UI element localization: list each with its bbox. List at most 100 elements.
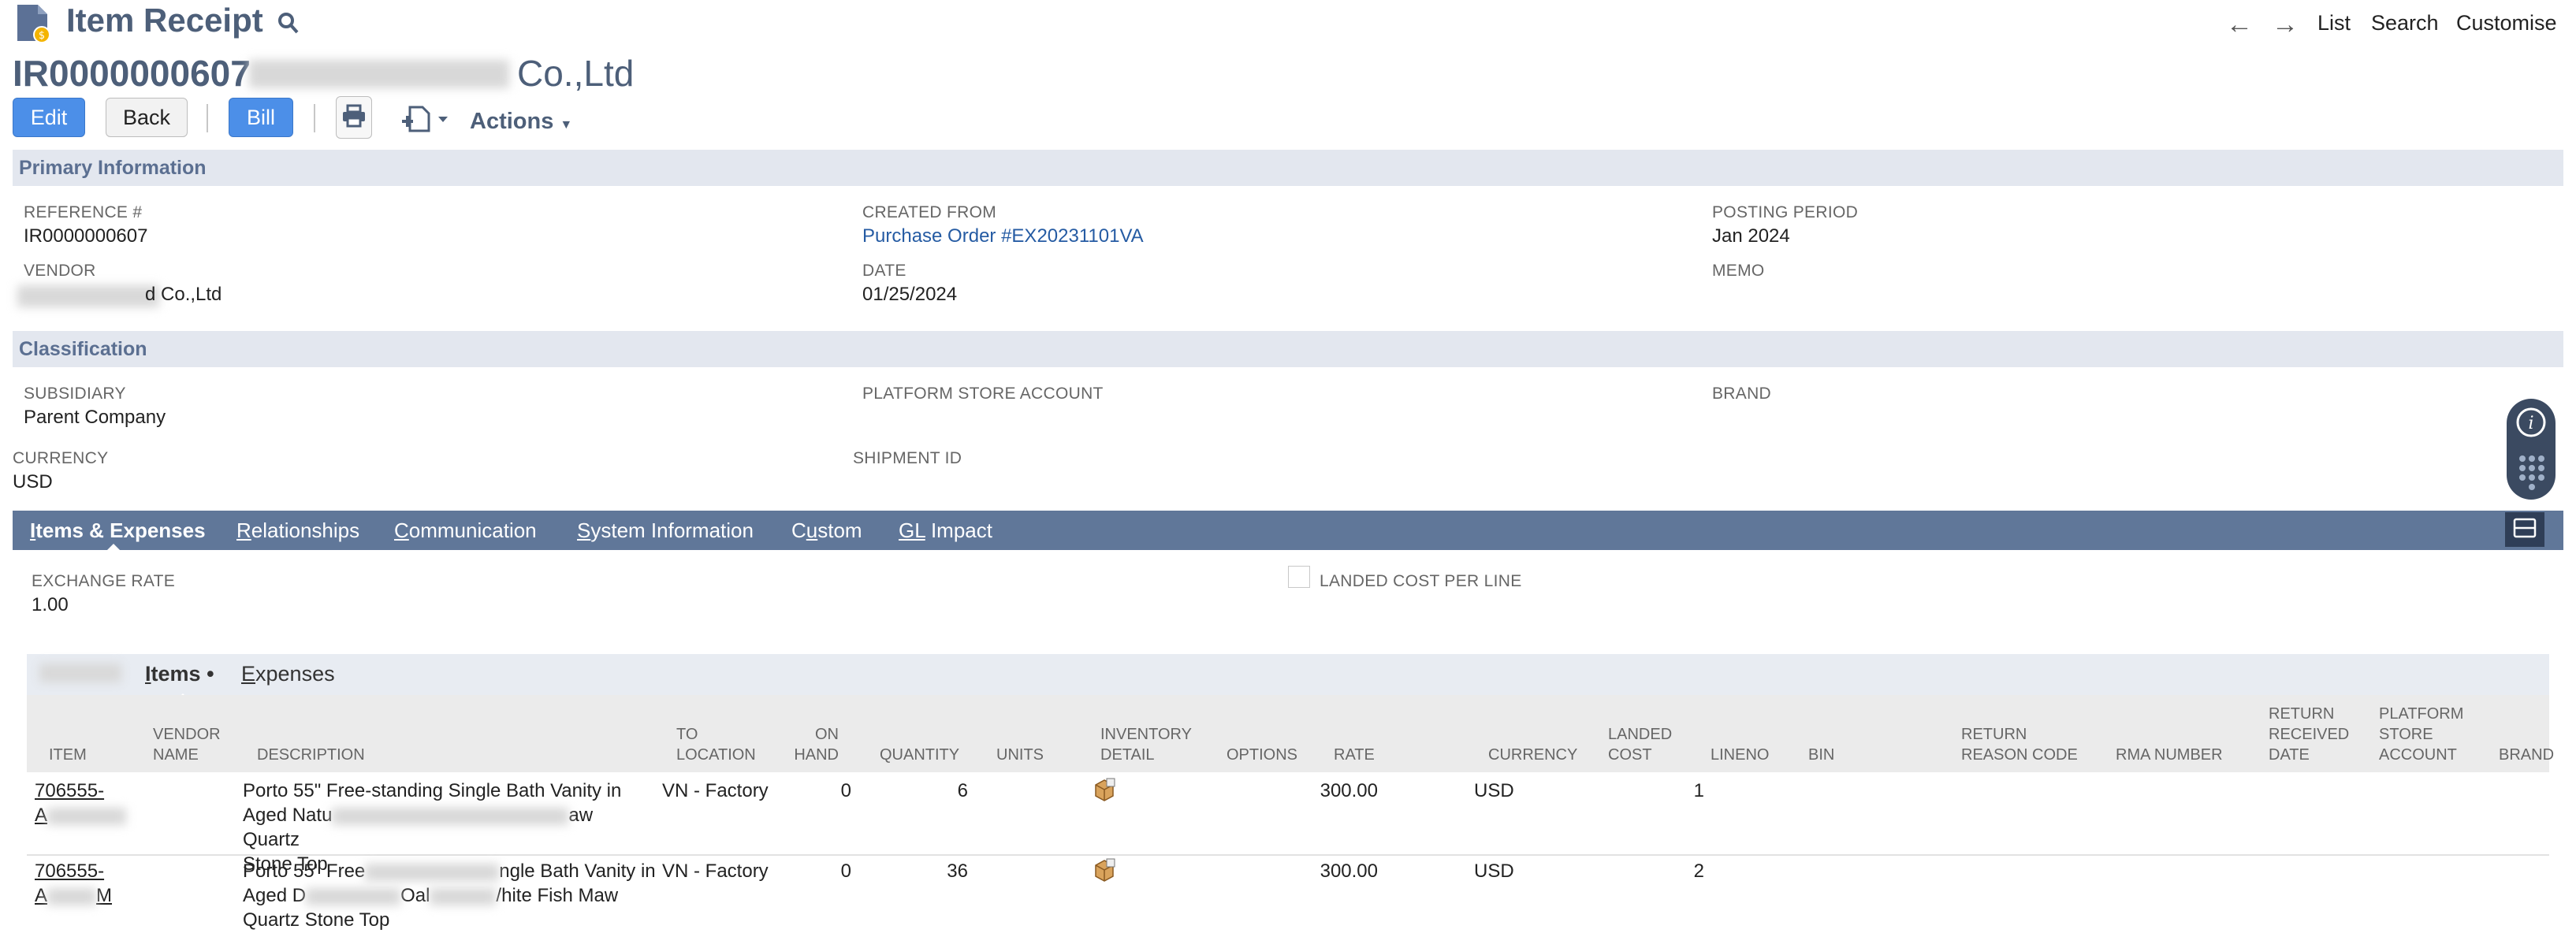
edit-button[interactable]: Edit [13,98,85,137]
tab-key: GL [899,519,925,542]
tab-custom[interactable]: Custom [791,519,862,543]
tab-system-information[interactable]: System Information [577,519,754,543]
forward-arrow-icon[interactable]: → [2272,9,2299,40]
landed-cost-per-line-checkbox[interactable] [1288,566,1310,588]
customise-link[interactable]: Customise [2456,11,2557,35]
tab-relationships[interactable]: Relationships [236,519,359,543]
col-landed-cost[interactable]: LANDED COST [1608,724,1672,765]
col-quantity[interactable]: QUANTITY [880,745,959,765]
info-icon[interactable]: i [2515,407,2547,442]
item-link-text: 706555- [35,861,105,882]
col-to-location[interactable]: TO LOCATION [676,724,756,765]
col-description[interactable]: DESCRIPTION [257,745,365,765]
col-platform-store-account[interactable]: PLATFORM STORE ACCOUNT [2379,704,2463,765]
exchange-rate-value: 1.00 [32,594,69,615]
row-currency: USD [1474,780,1514,801]
col-label: HAND [794,746,839,764]
col-on-hand[interactable]: ON HAND [793,724,839,765]
description-line: Porto 55" Free [243,861,366,882]
row-lineno: 2 [1693,861,1704,882]
search-link[interactable]: Search [2371,11,2439,35]
col-return-reason-code[interactable]: RETURN REASON CODE [1961,724,2078,765]
subtab-items[interactable]: Items • [145,662,214,686]
col-label: DATE [2269,746,2310,764]
help-widget[interactable]: i [2507,399,2556,500]
col-label: ON [815,726,839,743]
created-from-label: CREATED FROM [862,203,997,221]
row-item-link[interactable]: 706555- A M [35,859,112,908]
record-number: IR0000000607 [13,53,251,94]
tab-label: C [791,519,806,542]
print-icon [341,104,367,132]
classification-header[interactable]: Classification [13,331,2563,367]
back-button[interactable]: Back [106,98,188,137]
row-on-hand: 0 [840,861,851,882]
back-arrow-icon[interactable]: ← [2226,9,2253,40]
col-lineno[interactable]: LINENO [1711,745,1769,765]
redacted-subtab[interactable] [39,664,121,686]
subtab-expenses[interactable]: Expenses [241,662,335,686]
inventory-detail-icon[interactable] [1093,857,1116,887]
row-to-location-link[interactable]: VN - Factory [662,779,769,803]
col-label: VENDOR [153,726,221,743]
active-dot: • [207,662,214,686]
col-brand[interactable]: BRAND [2499,745,2554,765]
description-line: Oal [400,885,430,906]
col-bin[interactable]: BIN [1808,745,1834,765]
inventory-detail-icon[interactable] [1093,777,1116,806]
print-button[interactable] [336,96,372,139]
toolbar-divider [207,104,208,132]
col-currency[interactable]: CURRENCY [1488,745,1577,765]
col-label: DETAIL [1100,746,1155,764]
subtab-key: I [145,662,151,686]
date-label: DATE [862,262,906,280]
sublist-tab-bar [27,654,2549,695]
date-value: 01/25/2024 [862,284,958,305]
col-return-received-date[interactable]: RETURN RECEIVED DATE [2269,704,2349,765]
vendor-value[interactable]: d Co.,Ltd [145,284,221,306]
bill-button[interactable]: Bill [229,98,293,137]
dialpad-icon[interactable] [2518,454,2546,494]
actions-menu[interactable]: Actions ▼ [470,109,572,135]
svg-text:$: $ [39,30,45,42]
col-rate[interactable]: RATE [1334,745,1375,765]
actions-label: Actions [470,109,554,134]
active-tab-pointer [106,544,121,552]
created-from-link[interactable]: Purchase Order #EX20231101VA [862,225,1144,247]
description-line: ngle Bath Vanity in [499,861,656,882]
row-to-location-link[interactable]: VN - Factory [662,859,769,883]
exchange-rate-label: EXCHANGE RATE [32,572,176,590]
row-item-link[interactable]: 706555- A [35,779,127,827]
tab-communication[interactable]: Communication [394,519,537,543]
new-document-menu[interactable] [402,106,451,136]
landed-cost-per-line-label: LANDED COST PER LINE [1320,572,1522,590]
col-inventory-detail[interactable]: INVENTORY DETAIL [1100,724,1192,765]
col-item[interactable]: ITEM [49,745,87,765]
col-label: STORE [2379,726,2433,743]
row-lineno: 1 [1693,780,1704,801]
posting-period-label: POSTING PERIOD [1712,203,1859,221]
col-options[interactable]: OPTIONS [1227,745,1297,765]
col-units[interactable]: UNITS [996,745,1044,765]
subtab-label: xpenses [255,662,335,686]
posting-period-value: Jan 2024 [1712,225,1790,247]
collapse-tabs-button[interactable] [2505,512,2544,547]
tab-key: R [236,519,251,542]
tab-gl-impact[interactable]: GL Impact [899,519,992,543]
vendor-label: VENDOR [24,262,96,280]
tab-key: u [806,519,818,542]
col-vendor-name[interactable]: VENDOR NAME [153,724,221,765]
row-rate: 300.00 [1320,780,1378,801]
row-quantity: 36 [947,861,968,882]
col-label: INVENTORY [1100,726,1192,743]
tab-label: stom [817,519,862,542]
description-line: Quartz Stone Top [243,909,390,931]
primary-information-header[interactable]: Primary Information [13,150,2563,186]
description-line: Aged Natu [243,805,333,826]
currency-value: USD [13,471,53,493]
tab-items-expenses[interactable]: Items & Expenses [30,519,206,543]
search-icon[interactable] [277,11,300,39]
list-link[interactable]: List [2317,11,2351,35]
col-label: RECEIVED [2269,726,2350,743]
col-rma-number[interactable]: RMA NUMBER [2116,745,2223,765]
